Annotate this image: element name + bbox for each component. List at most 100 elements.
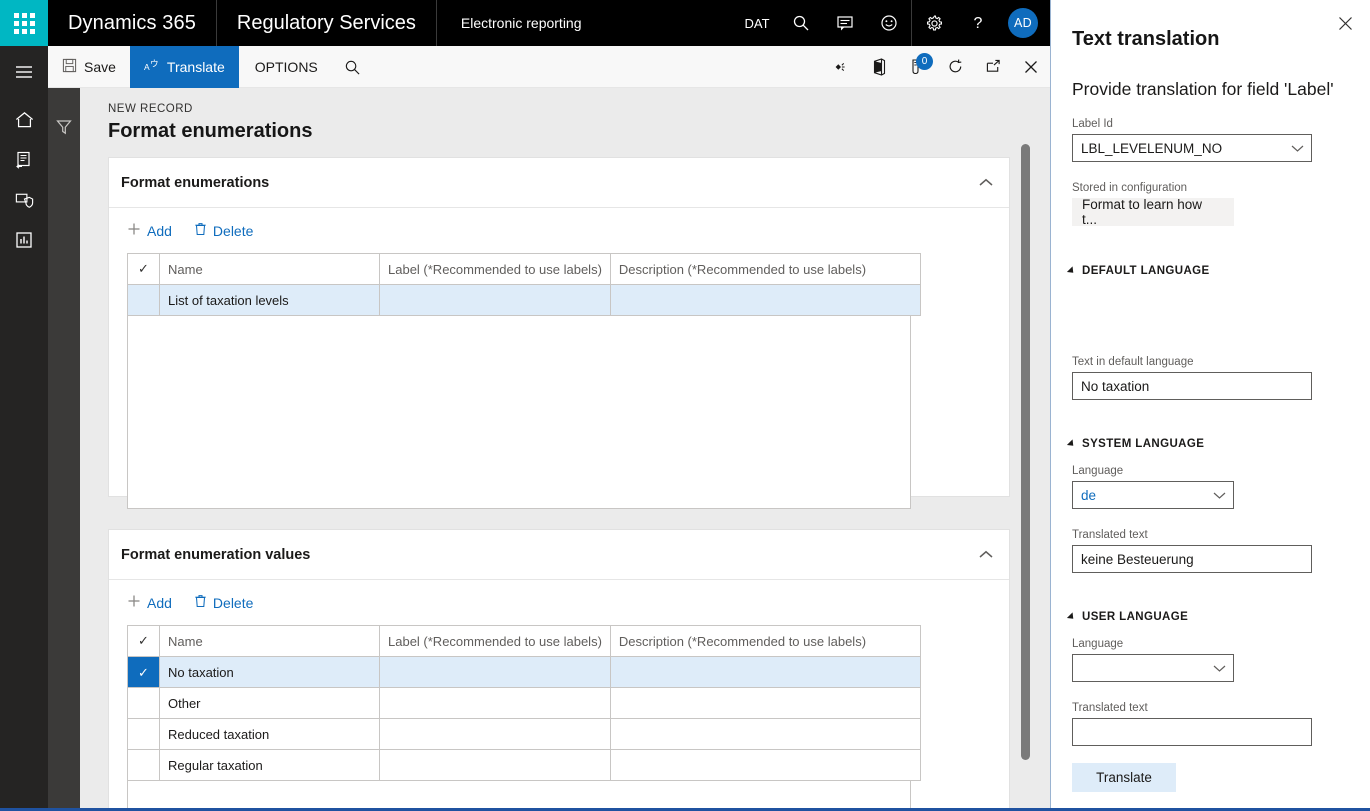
cell-description[interactable] bbox=[609, 687, 921, 719]
table-row[interactable]: List of taxation levels bbox=[127, 284, 921, 316]
cell-name[interactable]: Regular taxation bbox=[159, 749, 380, 781]
cell-name[interactable]: Reduced taxation bbox=[159, 718, 380, 750]
avatar[interactable]: AD bbox=[1008, 8, 1038, 38]
default-text-label: Text in default language bbox=[1072, 356, 1194, 368]
cell-label[interactable] bbox=[379, 687, 611, 719]
section-system-language[interactable]: SYSTEM LANGUAGE bbox=[1066, 438, 1204, 450]
label-id-value: LBL_LEVELENUM_NO bbox=[1081, 140, 1223, 156]
cell-label[interactable] bbox=[379, 749, 611, 781]
home-icon[interactable] bbox=[0, 100, 48, 140]
table-row[interactable]: Reduced taxation bbox=[127, 718, 921, 750]
add-button[interactable]: Add bbox=[127, 222, 172, 239]
table-row[interactable]: Other bbox=[127, 687, 921, 719]
search-icon[interactable] bbox=[779, 0, 823, 46]
column-header-label[interactable]: Label (*Recommended to use labels) bbox=[379, 253, 611, 285]
user-text-input[interactable] bbox=[1072, 718, 1312, 746]
column-header-description[interactable]: Description (*Recommended to use labels) bbox=[609, 253, 921, 285]
question-mark-icon[interactable]: ? bbox=[956, 0, 1000, 46]
chevron-up-icon[interactable] bbox=[979, 546, 993, 564]
delete-button[interactable]: Delete bbox=[194, 222, 253, 239]
row-checkbox[interactable] bbox=[127, 718, 160, 750]
default-text-input[interactable]: No taxation bbox=[1072, 372, 1312, 400]
vertical-scrollbar[interactable] bbox=[1018, 88, 1034, 811]
fasttab-header[interactable]: Format enumerations bbox=[109, 158, 1009, 208]
cell-name[interactable]: List of taxation levels bbox=[159, 284, 380, 316]
attachments-icon[interactable] bbox=[822, 46, 860, 88]
notes-icon[interactable]: 0 bbox=[898, 46, 936, 88]
system-text-field: Translated text keine Besteuerung bbox=[1072, 529, 1312, 573]
row-checkbox[interactable] bbox=[127, 284, 160, 316]
cell-label[interactable] bbox=[379, 718, 611, 750]
text-translation-panel: Text translation Provide translation for… bbox=[1050, 0, 1370, 808]
refresh-icon[interactable] bbox=[936, 46, 974, 88]
table-row[interactable]: ✓ No taxation bbox=[127, 656, 921, 688]
chevron-down-icon[interactable] bbox=[1291, 141, 1304, 156]
column-header-description[interactable]: Description (*Recommended to use labels) bbox=[609, 625, 921, 657]
save-label: Save bbox=[84, 59, 116, 75]
close-icon[interactable] bbox=[1012, 46, 1050, 88]
section-user-language[interactable]: USER LANGUAGE bbox=[1066, 611, 1189, 623]
system-language-select[interactable]: de bbox=[1072, 481, 1234, 509]
system-language-label: Language bbox=[1072, 465, 1124, 477]
module-name[interactable]: Regulatory Services bbox=[217, 0, 437, 46]
row-checkbox[interactable]: ✓ bbox=[127, 656, 160, 688]
chevron-down-icon[interactable] bbox=[1213, 661, 1226, 676]
fasttab-format-enumeration-values: Format enumeration values Add Delete ✓ N… bbox=[108, 529, 1010, 811]
translate-submit-button[interactable]: Translate bbox=[1072, 763, 1176, 792]
row-checkbox[interactable] bbox=[127, 687, 160, 719]
grid-header: ✓ Name Label (*Recommended to use labels… bbox=[127, 253, 921, 285]
system-language-field: Language de bbox=[1072, 465, 1312, 509]
column-header-name[interactable]: Name bbox=[159, 625, 380, 657]
user-language-select[interactable] bbox=[1072, 654, 1234, 682]
grid-empty-area bbox=[127, 316, 911, 509]
row-checkbox[interactable] bbox=[127, 749, 160, 781]
workspace-shield-icon[interactable] bbox=[0, 180, 48, 220]
save-button[interactable]: Save bbox=[48, 46, 130, 88]
chevron-down-icon[interactable] bbox=[1213, 488, 1226, 503]
section-user-language-label: USER LANGUAGE bbox=[1082, 611, 1189, 623]
office-icon[interactable] bbox=[860, 46, 898, 88]
label-id-input[interactable]: LBL_LEVELENUM_NO bbox=[1072, 134, 1312, 162]
fasttab-header[interactable]: Format enumeration values bbox=[109, 530, 1009, 580]
format-enumerations-grid[interactable]: ✓ Name Label (*Recommended to use labels… bbox=[127, 253, 921, 316]
chevron-up-icon[interactable] bbox=[979, 174, 993, 192]
page-context-label: Electronic reporting bbox=[460, 15, 582, 31]
gear-icon[interactable] bbox=[912, 0, 956, 46]
close-icon[interactable] bbox=[1332, 10, 1358, 36]
options-button[interactable]: OPTIONS bbox=[239, 46, 334, 88]
column-header-label[interactable]: Label (*Recommended to use labels) bbox=[379, 625, 611, 657]
cell-label[interactable] bbox=[379, 656, 611, 688]
select-all-checkbox[interactable]: ✓ bbox=[127, 625, 160, 657]
filter-funnel-icon[interactable] bbox=[48, 118, 80, 136]
cell-name[interactable]: Other bbox=[159, 687, 380, 719]
select-all-checkbox[interactable]: ✓ bbox=[127, 253, 160, 285]
column-header-name[interactable]: Name bbox=[159, 253, 380, 285]
hamburger-menu-icon[interactable] bbox=[0, 52, 48, 92]
brand-dynamics365[interactable]: Dynamics 365 bbox=[48, 0, 217, 46]
smiley-icon[interactable] bbox=[867, 0, 911, 46]
cell-description[interactable] bbox=[609, 749, 921, 781]
translate-button[interactable]: Aウ Translate bbox=[129, 46, 239, 88]
system-text-value: keine Besteuerung bbox=[1081, 551, 1194, 567]
add-button[interactable]: Add bbox=[127, 594, 172, 611]
cell-description[interactable] bbox=[609, 284, 921, 316]
waffle-grid-icon[interactable] bbox=[0, 0, 48, 46]
cell-label[interactable] bbox=[379, 284, 611, 316]
section-default-language[interactable]: DEFAULT LANGUAGE bbox=[1066, 265, 1210, 277]
cell-description[interactable] bbox=[609, 718, 921, 750]
popout-icon[interactable] bbox=[974, 46, 1012, 88]
cell-name[interactable]: No taxation bbox=[159, 656, 380, 688]
delete-button[interactable]: Delete bbox=[194, 594, 253, 611]
document-transfer-icon[interactable] bbox=[0, 140, 48, 180]
company-selector[interactable]: DAT bbox=[735, 0, 779, 46]
search-icon[interactable] bbox=[334, 46, 372, 88]
format-enumeration-values-grid[interactable]: ✓ Name Label (*Recommended to use labels… bbox=[127, 625, 921, 781]
scrollbar-thumb[interactable] bbox=[1021, 144, 1030, 760]
command-bar: Save Aウ Translate OPTIONS 0 bbox=[48, 46, 1050, 88]
system-text-input[interactable]: keine Besteuerung bbox=[1072, 545, 1312, 573]
cell-description[interactable] bbox=[609, 656, 921, 688]
table-row[interactable]: Regular taxation bbox=[127, 749, 921, 781]
report-page-icon[interactable] bbox=[0, 220, 48, 260]
fasttab-format-enumerations: Format enumerations Add Delete ✓ Name La… bbox=[108, 157, 1010, 509]
message-icon[interactable] bbox=[823, 0, 867, 46]
